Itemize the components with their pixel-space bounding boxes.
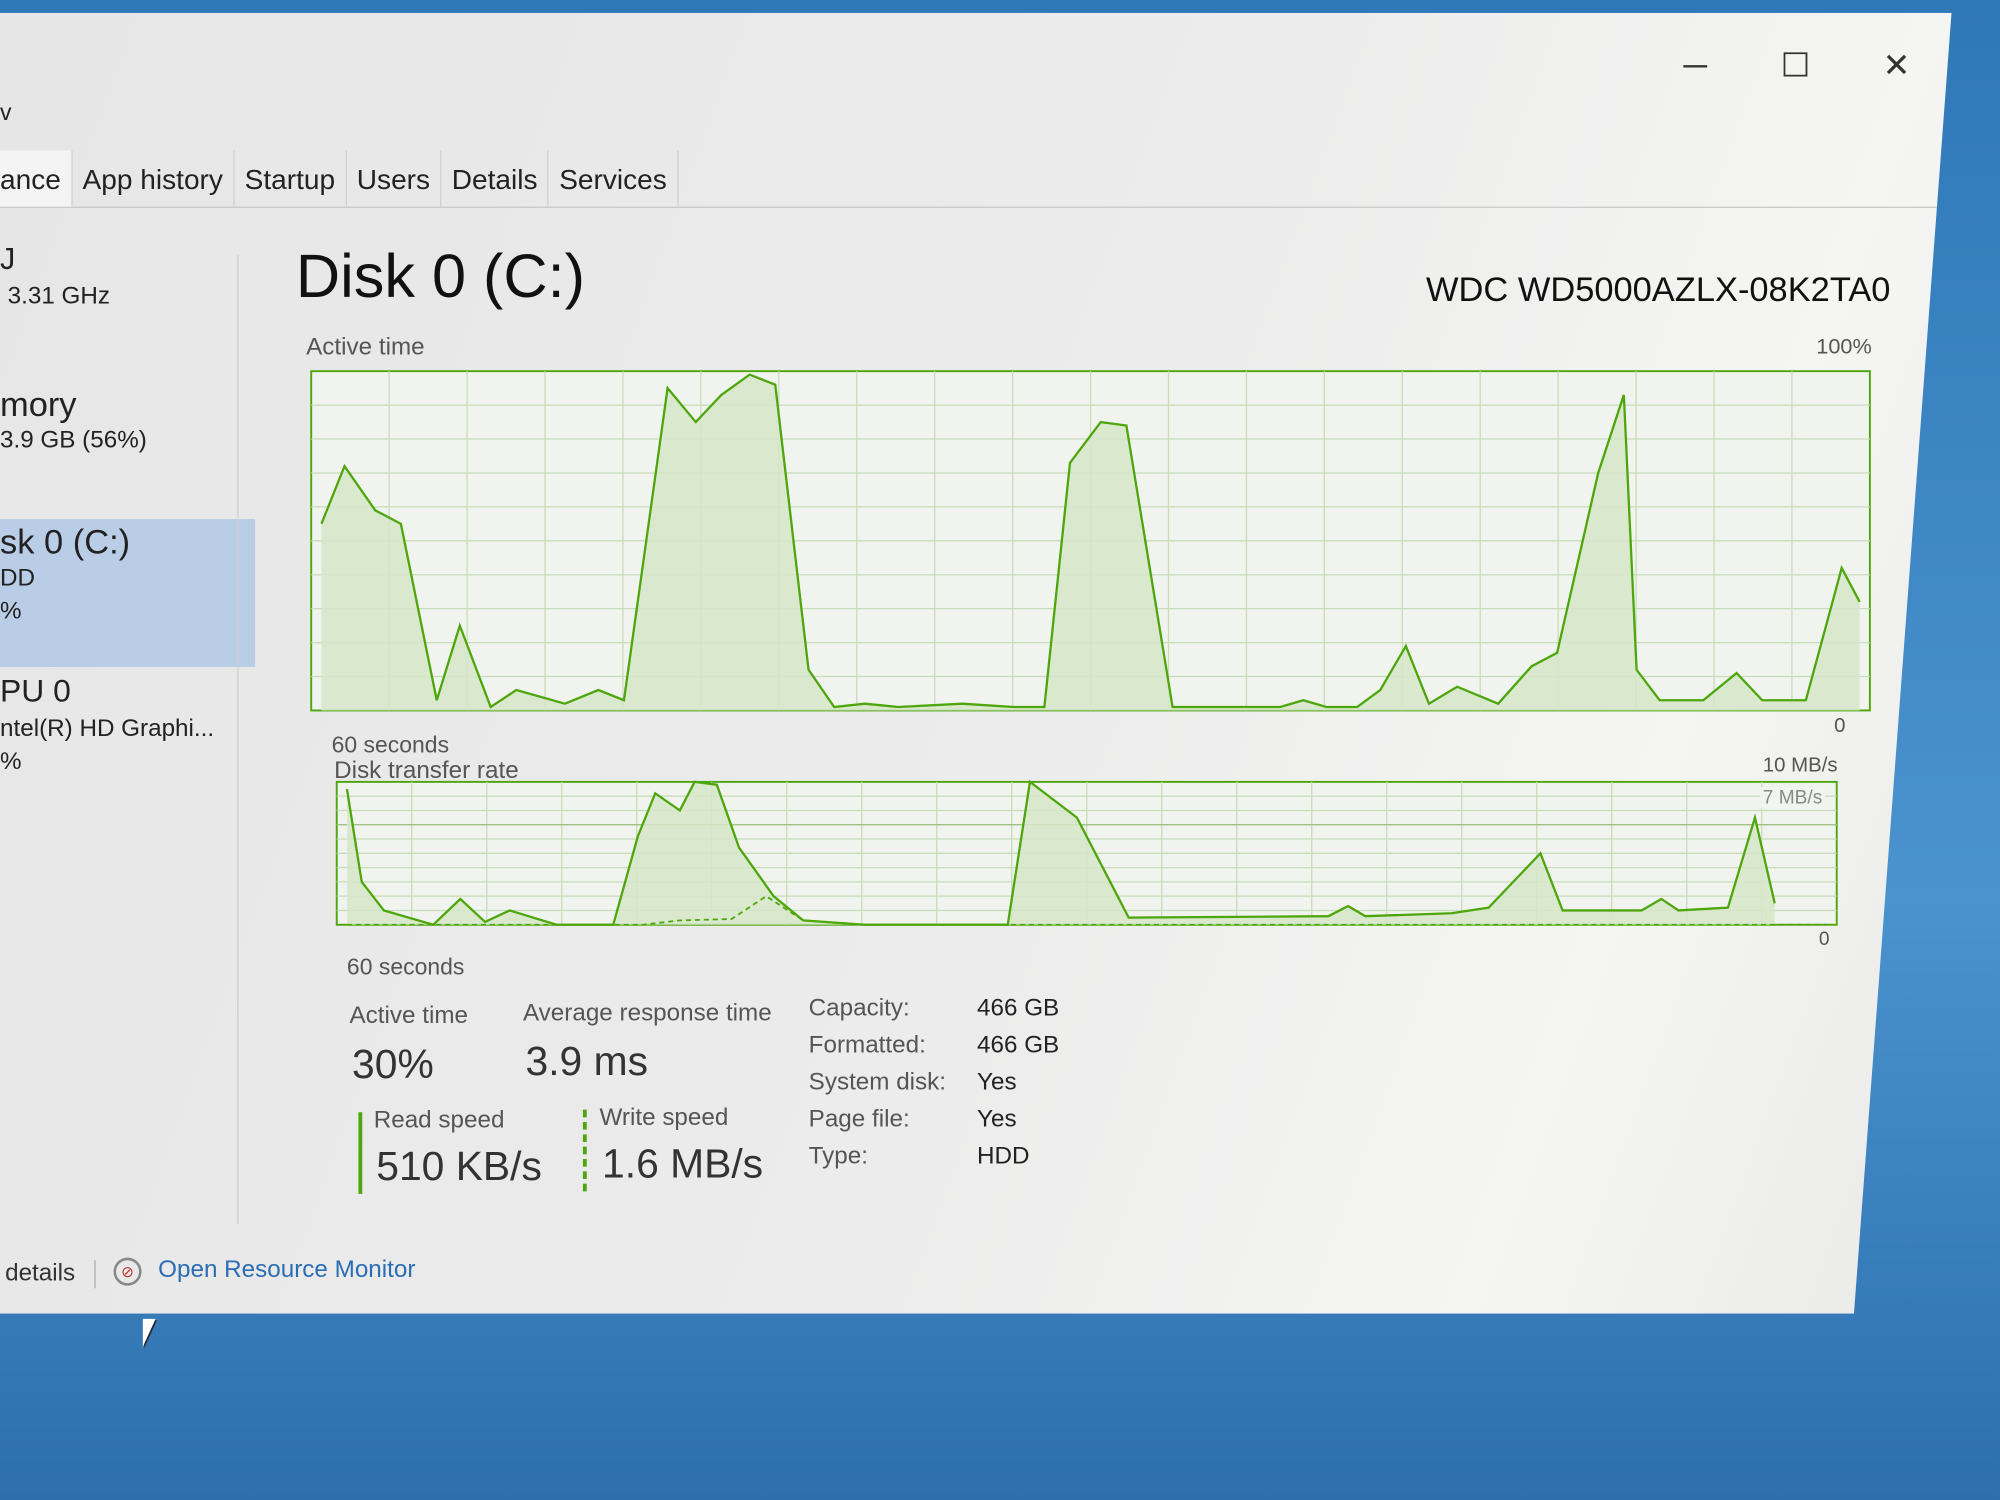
- prop-value: Yes: [977, 1105, 1017, 1133]
- properties-table: Capacity: 466 GB Formatted: 466 GB System …: [809, 995, 1060, 1171]
- prop-key: Page file:: [808, 1105, 910, 1133]
- task-manager-window: v ─ ☐ ✕ ance App history Startup Users D…: [0, 12, 1952, 1314]
- transfer-chart-time: 60 seconds: [346, 954, 465, 980]
- active-time-label: Active time: [349, 1002, 469, 1030]
- resource-monitor-icon: ⊘: [113, 1257, 142, 1286]
- prop-key: Type:: [808, 1142, 868, 1170]
- write-speed-value: 1.6 MB/s: [602, 1140, 764, 1187]
- avg-response-label: Average response time: [522, 999, 772, 1027]
- prop-value: Yes: [977, 1068, 1017, 1096]
- screen-photo: v ─ ☐ ✕ ance App history Startup Users D…: [0, 0, 2000, 1500]
- active-chart-label: Active time: [306, 334, 425, 361]
- prop-key: Capacity:: [808, 994, 910, 1022]
- active-time-value: 30%: [352, 1040, 434, 1087]
- read-legend-line: [358, 1112, 363, 1194]
- transfer-chart-min: 0: [1818, 928, 1830, 951]
- write-legend-line: [582, 1109, 587, 1192]
- read-speed-value: 510 KB/s: [376, 1142, 542, 1189]
- transfer-chart-ref: 7 MB/s: [1760, 786, 1825, 809]
- active-chart-time: 60 seconds: [331, 732, 450, 758]
- fewer-details-link[interactable]: details: [5, 1260, 75, 1288]
- prop-value: 466 GB: [977, 994, 1060, 1022]
- transfer-chart-label: Disk transfer rate: [334, 757, 519, 785]
- mouse-cursor-icon: [142, 1318, 156, 1347]
- avg-response-value: 3.9 ms: [525, 1038, 648, 1085]
- prop-key: Formatted:: [808, 1031, 926, 1059]
- prop-value: HDD: [977, 1142, 1030, 1170]
- read-speed-label: Read speed: [373, 1107, 505, 1134]
- open-resource-monitor-link[interactable]: Open Resource Monitor: [158, 1256, 415, 1284]
- prop-key: System disk:: [808, 1068, 947, 1096]
- write-speed-label: Write speed: [599, 1104, 729, 1132]
- footer-divider: [94, 1260, 96, 1289]
- prop-value: 466 GB: [977, 1031, 1060, 1059]
- transfer-chart-max: 10 MB/s: [1762, 755, 1838, 777]
- active-chart-min: 0: [1834, 715, 1846, 738]
- active-chart-max: 100%: [1816, 334, 1872, 359]
